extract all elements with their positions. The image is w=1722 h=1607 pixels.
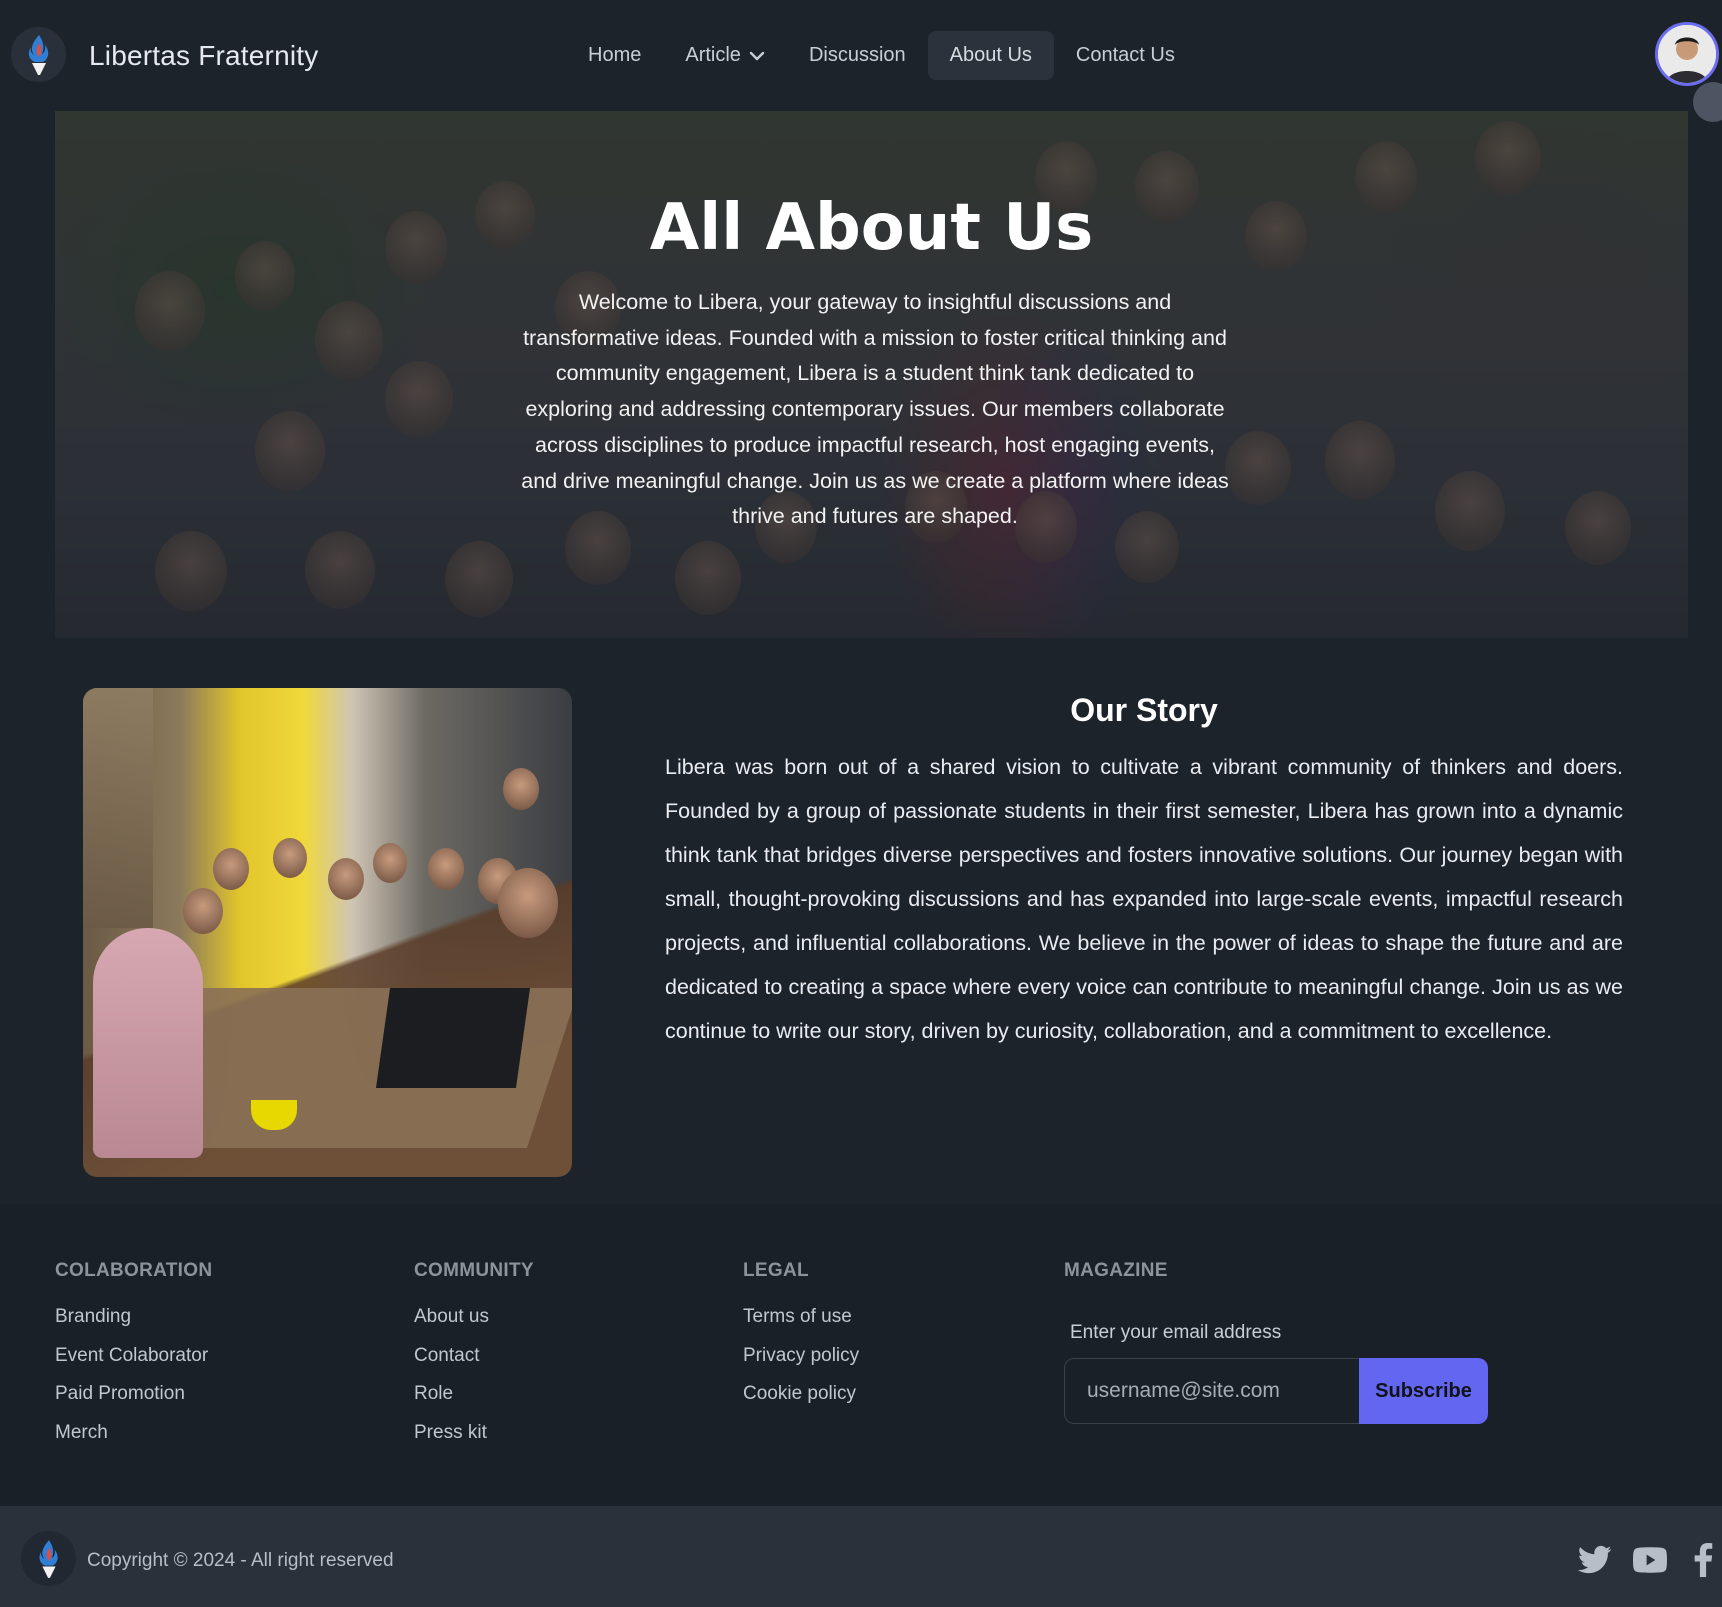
youtube-link[interactable] — [1632, 1542, 1668, 1578]
hero-banner: All About Us Welcome to Libera, your gat… — [55, 111, 1688, 638]
torch-flame-icon — [39, 1539, 58, 1578]
user-avatar[interactable] — [1655, 22, 1719, 86]
email-input[interactable] — [1064, 1358, 1359, 1424]
nav-about-us[interactable]: About Us — [927, 31, 1054, 80]
twitter-icon — [1578, 1545, 1612, 1574]
copyright-text: Copyright © 2024 - All right reserved — [87, 1550, 394, 1571]
footer-col-community: COMMUNITY About us Contact Role Press ki… — [414, 1260, 534, 1460]
footer — [0, 1204, 1722, 1506]
footer-logo[interactable] — [21, 1531, 76, 1586]
facebook-icon — [1694, 1543, 1713, 1577]
footer-heading: COMMUNITY — [414, 1260, 534, 1281]
footer-col-colaboration: COLABORATION Branding Event Colaborator … — [55, 1260, 212, 1460]
footer-link-paid-promotion[interactable]: Paid Promotion — [55, 1383, 212, 1422]
footer-link-about-us[interactable]: About us — [414, 1306, 534, 1345]
footer-link-contact[interactable]: Contact — [414, 1345, 534, 1384]
footer-col-legal: LEGAL Terms of use Privacy policy Cookie… — [743, 1260, 859, 1422]
footer-link-event-colaborator[interactable]: Event Colaborator — [55, 1345, 212, 1384]
torch-flame-icon — [28, 34, 48, 75]
email-label: Enter your email address — [1070, 1322, 1282, 1343]
story-text: Libera was born out of a shared vision t… — [665, 755, 1623, 1043]
nav-contact-us-label: Contact Us — [1075, 44, 1175, 66]
brand-logo[interactable] — [11, 27, 66, 82]
footer-heading: MAGAZINE — [1064, 1260, 1168, 1281]
nav-article[interactable]: Article — [663, 31, 787, 80]
story-title: Our Story — [1070, 692, 1218, 728]
hero-description: Welcome to Libera, your gateway to insig… — [521, 290, 1229, 529]
avatar-image — [1658, 25, 1716, 83]
navbar: Libertas Fraternity Home Article Discuss… — [0, 0, 1722, 122]
story-photo — [83, 688, 572, 1177]
avatar-status-badge — [1693, 82, 1722, 122]
footer-col-magazine: MAGAZINE — [1064, 1260, 1168, 1306]
footer-link-merch[interactable]: Merch — [55, 1422, 212, 1461]
chevron-down-icon — [749, 51, 765, 60]
nav-about-us-label: About Us — [949, 44, 1032, 66]
footer-link-privacy-policy[interactable]: Privacy policy — [743, 1345, 859, 1384]
subscribe-form: Subscribe — [1064, 1358, 1488, 1424]
footer-link-branding[interactable]: Branding — [55, 1306, 212, 1345]
nav-discussion-label: Discussion — [808, 44, 906, 66]
facebook-link[interactable] — [1688, 1542, 1718, 1578]
footer-link-role[interactable]: Role — [414, 1383, 534, 1422]
twitter-link[interactable] — [1577, 1542, 1613, 1578]
footer-link-terms-of-use[interactable]: Terms of use — [743, 1306, 859, 1345]
nav-home-label: Home — [588, 44, 642, 66]
nav-home[interactable]: Home — [566, 31, 663, 80]
footer-heading: LEGAL — [743, 1260, 809, 1281]
nav-discussion[interactable]: Discussion — [787, 31, 928, 80]
hero-title: All About Us — [649, 191, 1094, 265]
footer-link-cookie-policy[interactable]: Cookie policy — [743, 1383, 859, 1422]
youtube-icon — [1633, 1547, 1667, 1573]
footer-heading: COLABORATION — [55, 1260, 213, 1281]
nav-article-label: Article — [685, 44, 741, 66]
subscribe-button[interactable]: Subscribe — [1359, 1358, 1488, 1424]
footer-link-press-kit[interactable]: Press kit — [414, 1422, 534, 1461]
main-nav: Home Article Discussion About Us Contact… — [566, 31, 1197, 80]
brand-name[interactable]: Libertas Fraternity — [89, 40, 318, 72]
nav-contact-us[interactable]: Contact Us — [1054, 31, 1197, 80]
